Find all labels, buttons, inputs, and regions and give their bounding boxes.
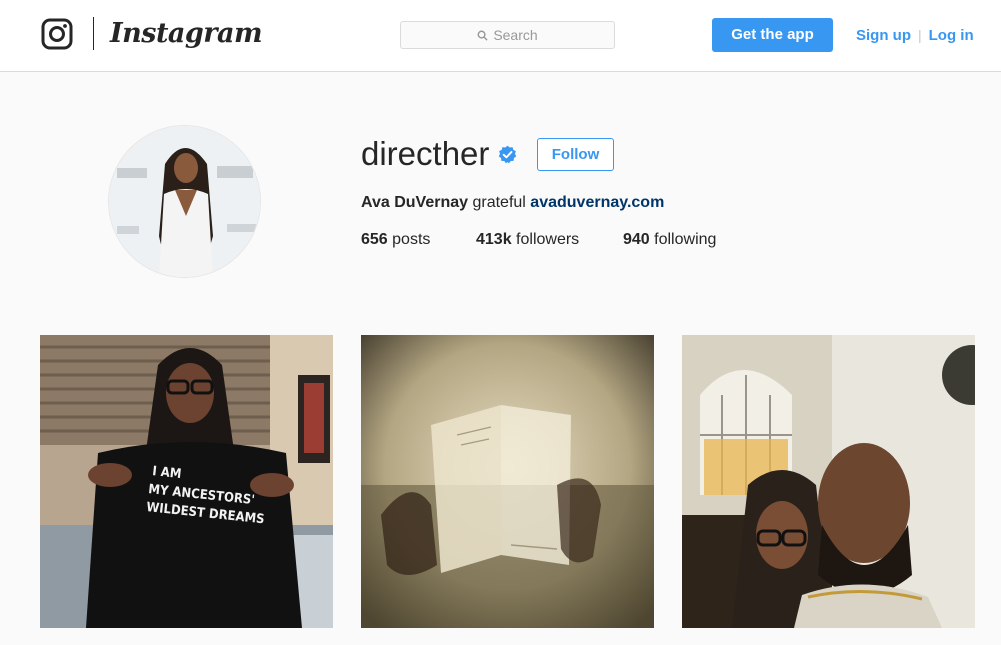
search-icon bbox=[477, 30, 488, 41]
stat-followers-count: 413k bbox=[476, 231, 512, 248]
stat-posts-count: 656 bbox=[361, 231, 388, 248]
search-input[interactable]: Search bbox=[400, 21, 615, 49]
stat-posts-label: posts bbox=[392, 231, 431, 248]
profile-website-link[interactable]: avaduvernay.com bbox=[530, 194, 664, 211]
post-thumbnail-shirt[interactable]: I AM MY ANCESTORS' WILDEST DREAMS bbox=[40, 335, 333, 628]
stat-followers[interactable]: 413k followers bbox=[476, 229, 623, 251]
auth-separator: | bbox=[918, 27, 922, 43]
sign-up-link[interactable]: Sign up bbox=[856, 27, 911, 44]
profile-full-name: Ava DuVernay bbox=[361, 194, 469, 211]
profile-username: directher bbox=[361, 135, 490, 172]
get-the-app-button[interactable]: Get the app bbox=[712, 18, 833, 52]
stat-following-count: 940 bbox=[623, 231, 650, 248]
profile-avatar bbox=[108, 125, 261, 278]
top-navigation-bar: Instagram Search Get the app Sign up | L… bbox=[0, 0, 1001, 72]
auth-links: Sign up | Log in bbox=[856, 24, 974, 46]
post-thumbnail-script[interactable] bbox=[361, 335, 654, 628]
stat-following-label: following bbox=[654, 231, 717, 248]
log-in-link[interactable]: Log in bbox=[929, 27, 974, 44]
instagram-logo-icon[interactable] bbox=[41, 18, 73, 50]
stat-following[interactable]: 940 following bbox=[623, 229, 716, 251]
profile-stats: 656 posts 413k followers 940 following bbox=[361, 229, 716, 251]
search-placeholder: Search bbox=[493, 27, 538, 43]
stat-posts: 656 posts bbox=[361, 229, 476, 251]
shirt-text-line-1: I AM bbox=[152, 464, 183, 482]
brand-divider bbox=[93, 17, 94, 50]
verified-badge-icon bbox=[498, 145, 517, 164]
profile-bio: Ava DuVernay grateful avaduvernay.com bbox=[361, 192, 664, 214]
instagram-wordmark[interactable]: Instagram bbox=[110, 14, 263, 54]
stat-followers-label: followers bbox=[516, 231, 580, 248]
follow-button[interactable]: Follow bbox=[537, 138, 614, 171]
post-thumbnail-selfie[interactable] bbox=[682, 335, 975, 628]
profile-bio-text: grateful bbox=[472, 194, 526, 211]
